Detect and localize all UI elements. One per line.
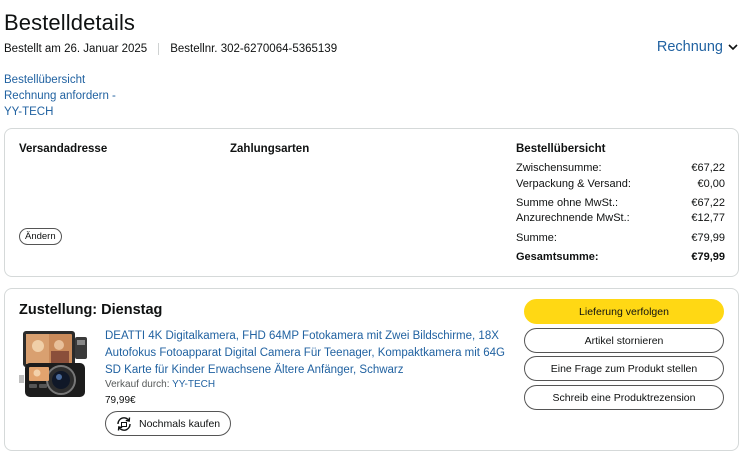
order-overview-link[interactable]: Bestellübersicht bbox=[4, 72, 116, 88]
product-price: 79,99€ bbox=[105, 395, 136, 406]
product-image[interactable] bbox=[19, 329, 91, 401]
summary-value: €67,22 bbox=[691, 162, 725, 174]
delivery-title: Zustellung: Dienstag bbox=[19, 302, 163, 318]
summary-label: Anzurechnende MwSt.: bbox=[516, 212, 630, 224]
seller-prefix: Verkauf durch: bbox=[105, 379, 170, 390]
summary-value: €79,99 bbox=[691, 232, 725, 244]
buy-again-button[interactable]: Nochmals kaufen bbox=[105, 411, 231, 436]
order-summary-title: Bestellübersicht bbox=[516, 143, 606, 155]
order-summary-card: Versandadresse Zahlungsarten Ändern Best… bbox=[4, 128, 739, 277]
meta-divider bbox=[158, 43, 160, 55]
summary-row: Summe: €79,99 bbox=[516, 232, 725, 244]
summary-value: €79,99 bbox=[691, 251, 725, 263]
order-meta: Bestellt am 26. Januar 2025 Bestellnr. 3… bbox=[4, 43, 337, 55]
summary-label: Summe ohne MwSt.: bbox=[516, 197, 619, 209]
buy-again-label: Nochmals kaufen bbox=[139, 417, 221, 430]
grand-total-row: Gesamtsumme: €79,99 bbox=[516, 251, 725, 263]
seller-link[interactable]: YY-TECH bbox=[4, 104, 116, 120]
change-button[interactable]: Ändern bbox=[19, 228, 62, 245]
delivery-card: Zustellung: Dienstag DEATTI 4K Digitalka… bbox=[4, 288, 739, 451]
chevron-down-icon bbox=[728, 43, 738, 50]
order-date: Bestellt am 26. Januar 2025 bbox=[4, 43, 148, 55]
summary-row: Anzurechnende MwSt.: €12,77 bbox=[516, 212, 725, 224]
track-delivery-button[interactable]: Lieferung verfolgen bbox=[524, 299, 724, 324]
summary-value: €0,00 bbox=[697, 178, 725, 190]
summary-value: €12,77 bbox=[691, 212, 725, 224]
summary-value: €67,22 bbox=[691, 197, 725, 209]
cancel-item-button[interactable]: Artikel stornieren bbox=[524, 328, 724, 353]
summary-label: Summe: bbox=[516, 232, 557, 244]
page-title: Bestelldetails bbox=[4, 10, 136, 35]
order-number: Bestellnr. 302-6270064-5365139 bbox=[170, 43, 338, 55]
request-invoice-link[interactable]: Rechnung anfordern - bbox=[4, 88, 116, 104]
invoice-dropdown[interactable]: Rechnung bbox=[657, 39, 738, 55]
seller-name-link[interactable]: YY-TECH bbox=[172, 379, 215, 390]
shipping-address-title: Versandadresse bbox=[19, 143, 108, 155]
buy-again-icon bbox=[117, 416, 131, 431]
summary-row: Zwischensumme: €67,22 bbox=[516, 162, 725, 174]
write-review-button[interactable]: Schreib eine Produktrezension bbox=[524, 385, 724, 410]
seller-info: Verkauf durch: YY-TECH bbox=[105, 379, 215, 390]
order-links: Bestellübersicht Rechnung anfordern - YY… bbox=[4, 72, 116, 120]
summary-row: Verpackung & Versand: €0,00 bbox=[516, 178, 725, 190]
payment-methods-title: Zahlungsarten bbox=[230, 143, 310, 155]
ask-question-button[interactable]: Eine Frage zum Produkt stellen bbox=[524, 356, 724, 381]
product-title-link[interactable]: DEATTI 4K Digitalkamera, FHD 64MP Fotoka… bbox=[105, 328, 510, 379]
summary-label: Zwischensumme: bbox=[516, 162, 602, 174]
summary-label: Gesamtsumme: bbox=[516, 251, 599, 263]
summary-label: Verpackung & Versand: bbox=[516, 178, 631, 190]
invoice-label: Rechnung bbox=[656, 39, 723, 55]
summary-row: Summe ohne MwSt.: €67,22 bbox=[516, 197, 725, 209]
